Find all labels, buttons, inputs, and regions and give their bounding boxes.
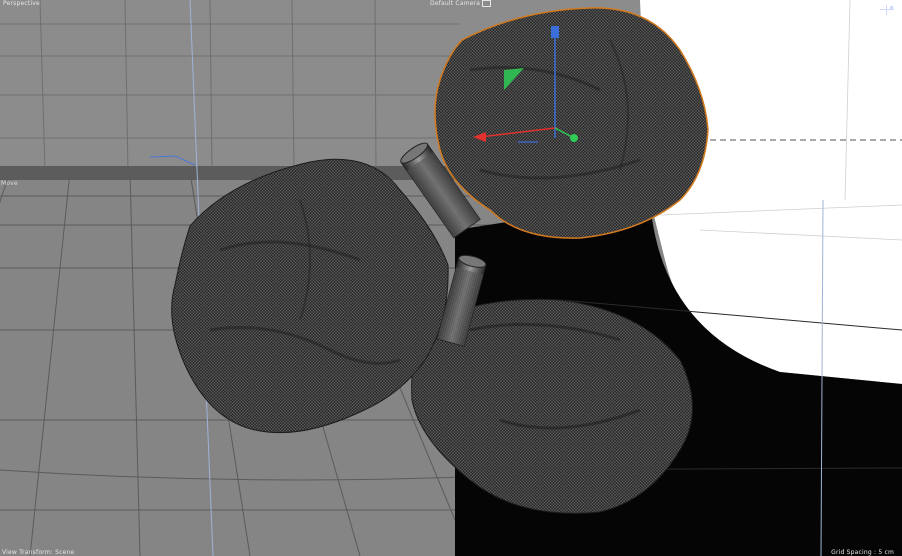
camera-label[interactable]: Default Camera	[430, 0, 492, 7]
grid-spacing-label: Grid Spacing : 5 cm	[831, 549, 894, 556]
3d-viewport[interactable]: Perspective Default Camera Move View Tra…	[0, 0, 902, 556]
navigation-icon[interactable]	[880, 5, 894, 15]
gizmo-y-handle[interactable]	[551, 26, 559, 38]
scene-canvas[interactable]	[0, 0, 902, 556]
view-name-label[interactable]: Perspective	[3, 0, 40, 7]
status-view-transform: View Transform: Scene	[2, 549, 75, 556]
gizmo-z-handle[interactable]	[570, 134, 578, 142]
camera-icon	[482, 0, 492, 7]
camera-name: Default Camera	[430, 0, 481, 7]
side-label: Move	[1, 180, 18, 187]
